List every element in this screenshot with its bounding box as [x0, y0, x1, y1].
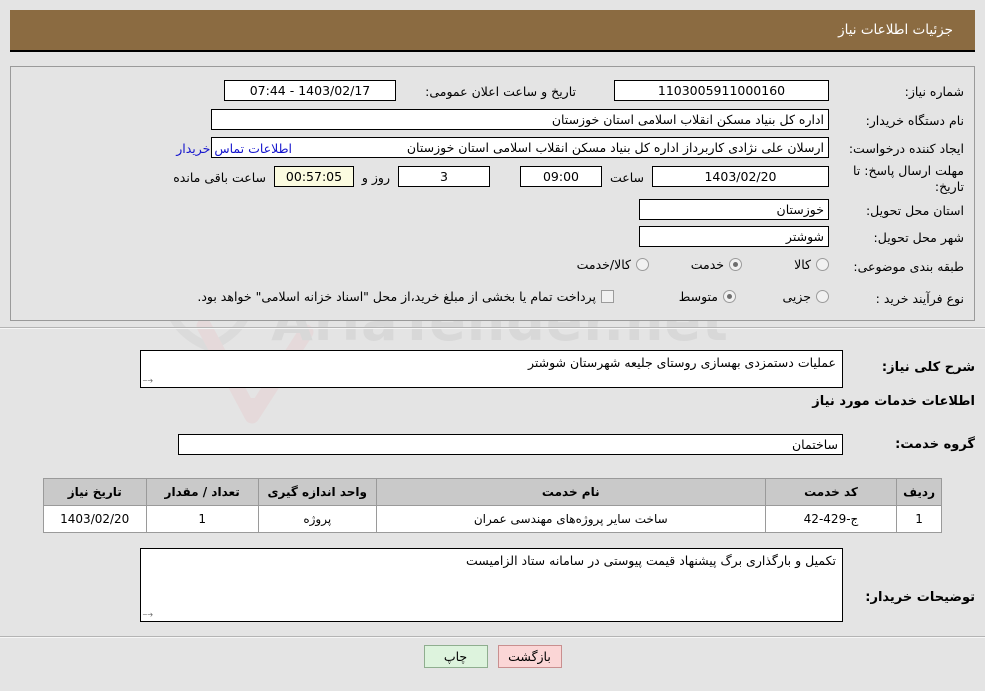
remaining-days: 3 — [398, 166, 490, 187]
announce-datetime-value: 1403/02/17 - 07:44 — [224, 80, 396, 101]
cell-unit: پروژه — [257, 505, 377, 533]
col-date: تاریخ نیاز — [43, 478, 147, 506]
radio-khedmat[interactable] — [729, 258, 742, 271]
divider-bottom — [0, 636, 985, 638]
remaining-clock: 00:57:05 — [274, 166, 354, 187]
radio-motavaset[interactable] — [723, 290, 736, 303]
category-option-kala-khedmat[interactable]: کالا/خدمت — [577, 257, 649, 272]
services-heading: اطلاعات خدمات مورد نیاز — [812, 394, 975, 409]
process-label: نوع فرآیند خرید : — [875, 291, 964, 306]
services-table: ردیف کد خدمت نام خدمت واحد اندازه گیری ت… — [43, 478, 942, 533]
divider-top — [0, 327, 985, 329]
table-row: 1 ج-429-42 ساخت سایر پروژه‌های مهندسی عم… — [43, 505, 942, 533]
radio-jozii[interactable] — [816, 290, 829, 303]
creator-value: ارسلان علی نژادی کاربرداز اداره کل بنیاد… — [211, 137, 829, 158]
radio-kala-khedmat[interactable] — [636, 258, 649, 271]
deadline-hour-label: ساعت — [609, 170, 644, 185]
service-group-label: گروه خدمت: — [895, 437, 975, 452]
description-value: عملیات دستمزدی بهسازی روستای جلیعه شهرست… — [527, 355, 836, 370]
cell-quantity: 1 — [145, 505, 259, 533]
treasury-checkbox-label: پرداخت تمام یا بخشی از مبلغ خرید،از محل … — [197, 289, 596, 304]
col-code: کد خدمت — [764, 478, 898, 506]
creator-label: ایجاد کننده درخواست: — [848, 141, 964, 156]
col-unit: واحد اندازه گیری — [257, 478, 377, 506]
city-value: شوشتر — [639, 226, 829, 247]
footer-button-bar: بازگشت چاپ — [0, 645, 985, 668]
radio-khedmat-label: خدمت — [690, 257, 724, 272]
need-number-value: 1103005911000160 — [614, 80, 829, 101]
category-option-kala[interactable]: کالا — [794, 257, 829, 272]
cell-code: ج-429-42 — [764, 505, 898, 533]
radio-kala[interactable] — [816, 258, 829, 271]
process-option-motavaset[interactable]: متوسط — [679, 289, 736, 304]
resize-grip-icon[interactable]: ⤍ — [143, 376, 153, 386]
window-title-bar: جزئیات اطلاعات نیاز — [10, 10, 975, 52]
buyer-org-value: اداره کل بنیاد مسکن انقلاب اسلامی استان … — [211, 109, 829, 130]
service-group-value[interactable]: ساختمان — [178, 434, 843, 455]
deadline-hour: 09:00 — [520, 166, 602, 187]
treasury-checkbox-group[interactable]: پرداخت تمام یا بخشی از مبلغ خرید،از محل … — [197, 289, 614, 304]
deadline-date: 1403/02/20 — [652, 166, 829, 187]
description-label: شرح کلی نیاز: — [881, 360, 975, 375]
announce-datetime-label: تاریخ و ساعت اعلان عمومی: — [425, 84, 576, 99]
cell-date: 1403/02/20 — [43, 505, 147, 533]
col-quantity: تعداد / مقدار — [145, 478, 259, 506]
need-number-label: شماره نیاز: — [904, 84, 964, 99]
back-button[interactable]: بازگشت — [497, 645, 562, 668]
remaining-suffix: ساعت باقی مانده — [173, 170, 266, 185]
cell-name: ساخت سایر پروژه‌های مهندسی عمران — [375, 505, 766, 533]
radio-kala-label: کالا — [794, 257, 811, 272]
col-name: نام خدمت — [375, 478, 766, 506]
province-value: خوزستان — [639, 199, 829, 220]
need-info-panel: شماره نیاز: 1103005911000160 تاریخ و ساع… — [10, 66, 975, 321]
radio-motavaset-label: متوسط — [678, 289, 718, 304]
page-root: AriaTender.net جزئیات اطلاعات نیاز شماره… — [0, 0, 985, 691]
radio-jozii-label: جزیی — [782, 289, 811, 304]
city-label: شهر محل تحویل: — [873, 230, 964, 245]
category-label: طبقه بندی موضوعی: — [853, 259, 964, 274]
radio-kala-khedmat-label: کالا/خدمت — [576, 257, 631, 272]
print-button[interactable]: چاپ — [423, 645, 488, 668]
buyer-org-label: نام دستگاه خریدار: — [865, 113, 964, 128]
process-option-jozii[interactable]: جزیی — [782, 289, 829, 304]
page-title: جزئیات اطلاعات نیاز — [838, 22, 953, 38]
category-option-khedmat[interactable]: خدمت — [691, 257, 742, 272]
buyer-contact-link[interactable]: اطلاعات تماس خریدار — [176, 141, 292, 156]
remaining-days-unit: روز و — [361, 170, 390, 185]
table-header-row: ردیف کد خدمت نام خدمت واحد اندازه گیری ت… — [43, 478, 942, 506]
province-label: استان محل تحویل: — [865, 203, 964, 218]
resize-grip-icon-notes[interactable]: ⤍ — [143, 610, 153, 620]
buyer-notes-value: تکمیل و بارگذاری برگ پیشنهاد قیمت پیوستی… — [466, 553, 836, 568]
col-row: ردیف — [896, 478, 942, 506]
treasury-checkbox[interactable] — [601, 290, 614, 303]
description-textarea[interactable]: عملیات دستمزدی بهسازی روستای جلیعه شهرست… — [140, 350, 843, 388]
buyer-notes-textarea[interactable]: تکمیل و بارگذاری برگ پیشنهاد قیمت پیوستی… — [140, 548, 843, 622]
cell-row: 1 — [896, 505, 942, 533]
deadline-label: مهلت ارسال پاسخ: تا تاریخ: — [853, 163, 964, 194]
buyer-notes-label: توضیحات خریدار: — [865, 590, 975, 605]
